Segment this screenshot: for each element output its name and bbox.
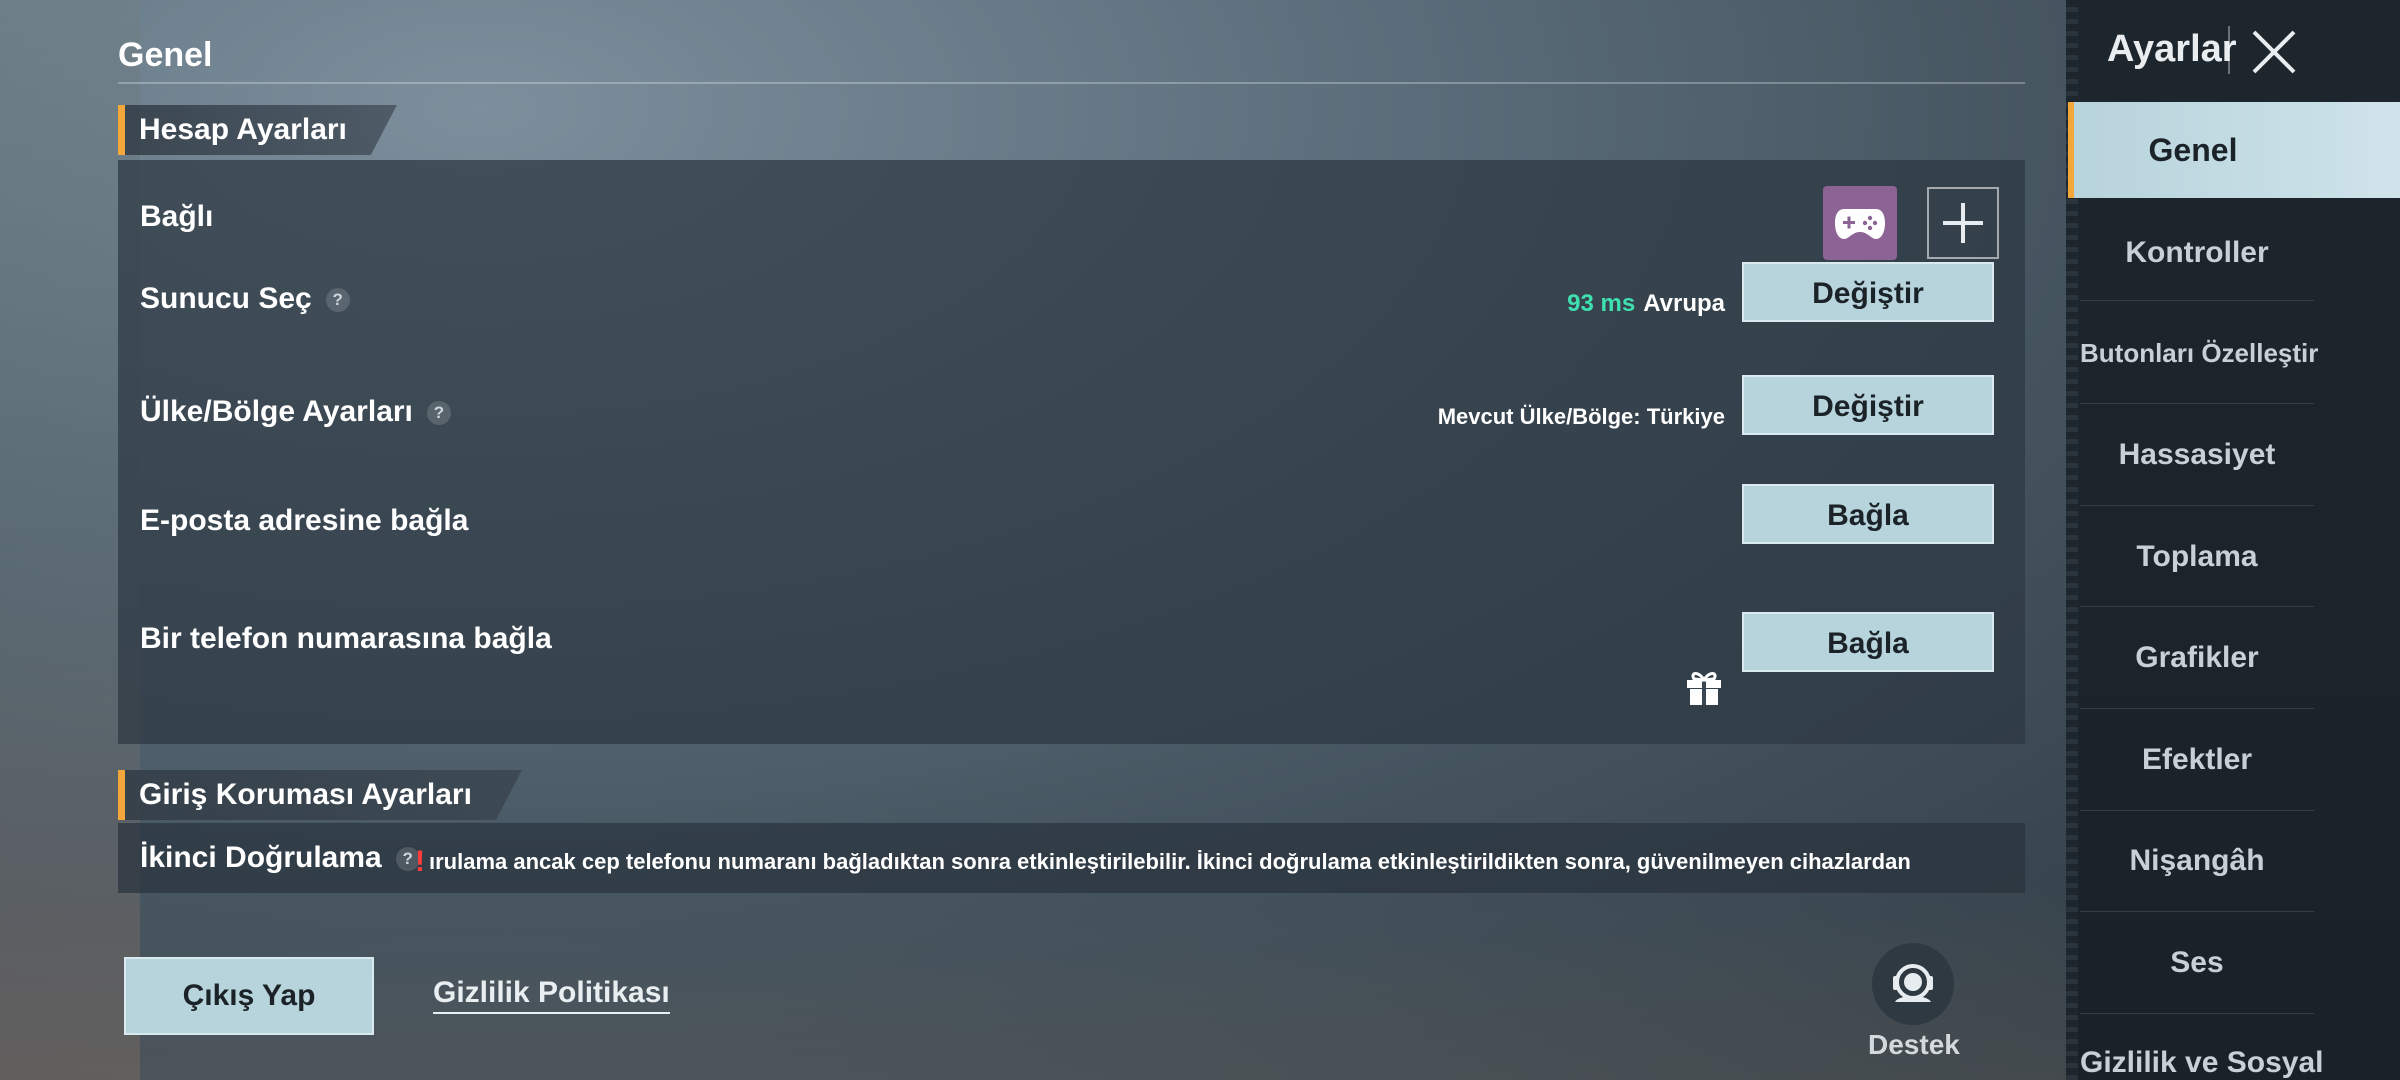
logout-button[interactable]: Çıkış Yap xyxy=(124,957,374,1035)
server-row: Sunucu Seç? 93 ms Avrupa Değiştir xyxy=(118,260,2025,370)
title-divider xyxy=(118,82,2025,84)
settings-title: Ayarlar xyxy=(2107,28,2237,70)
accent-bar xyxy=(118,105,125,155)
section-title: Genel xyxy=(118,36,213,74)
second-auth-label-text: İkinci Doğrulama xyxy=(140,841,382,874)
server-label-text: Sunucu Seç xyxy=(140,282,312,315)
sidebar-item-efektler[interactable]: Efektler xyxy=(2080,743,2314,777)
plus-icon xyxy=(1943,203,1983,243)
help-icon[interactable]: ? xyxy=(426,401,451,426)
gift-icon[interactable] xyxy=(1684,667,1724,707)
warning-icon: ! xyxy=(415,845,425,878)
account-settings-title: Hesap Ayarları xyxy=(125,105,397,155)
country-row: Ülke/Bölge Ayarları? Mevcut Ülke/Bölge: … xyxy=(118,370,2025,480)
headset-icon xyxy=(1893,964,1933,1002)
country-label: Ülke/Bölge Ayarları? xyxy=(140,395,451,429)
accent-bar xyxy=(118,770,125,820)
sidebar-item-genel[interactable]: Genel xyxy=(2068,102,2400,198)
ping-value: 93 ms xyxy=(1567,290,1636,317)
help-icon[interactable]: ? xyxy=(325,288,350,313)
sidebar-separator xyxy=(2080,505,2314,506)
login-protection-header: Giriş Koruması Ayarları xyxy=(118,770,522,820)
sidebar-separator xyxy=(2080,300,2314,301)
support-label: Destek xyxy=(1868,1029,1960,1060)
sidebar-item-grafikler[interactable]: Grafikler xyxy=(2080,641,2314,675)
login-protection-title: Giriş Koruması Ayarları xyxy=(125,770,522,820)
second-auth-row: İkinci Doğrulama? ! ırulama ancak cep tel… xyxy=(118,823,2025,893)
second-auth-message-text: ırulama ancak cep telefonu numaranı bağl… xyxy=(429,849,1911,874)
change-server-button[interactable]: Değiştir xyxy=(1742,262,1994,322)
close-icon[interactable] xyxy=(2246,24,2302,80)
sidebar-item-hassasiyet[interactable]: Hassasiyet xyxy=(2080,438,2314,472)
current-country: Mevcut Ülke/Bölge: Türkiye xyxy=(1437,404,1725,429)
linked-label: Bağlı xyxy=(140,200,214,233)
sidebar-separator xyxy=(2080,1013,2314,1014)
server-ping: 93 ms Avrupa xyxy=(1567,290,1725,318)
linked-row: Bağlı xyxy=(118,160,2025,260)
change-country-button[interactable]: Değiştir xyxy=(1742,375,1994,435)
sidebar-separator xyxy=(2080,810,2314,811)
account-settings-panel: Bağlı Sunucu Seç? 93 ms Avrupa Değiştir … xyxy=(118,160,2025,744)
sidebar-separator xyxy=(2080,911,2314,912)
phone-row: Bir telefon numarasına bağla Bağla xyxy=(118,590,2025,744)
linked-gamepad-account[interactable] xyxy=(1823,186,1897,260)
sidebar-item-label: Genel xyxy=(2148,132,2238,168)
phone-label: Bir telefon numarasına bağla xyxy=(140,622,552,655)
bind-email-button[interactable]: Bağla xyxy=(1742,484,1994,544)
sidebar-separator xyxy=(2080,606,2314,607)
sidebar-item-nisangah[interactable]: Nişangâh xyxy=(2080,844,2314,878)
gamepad-icon xyxy=(1835,209,1885,239)
second-auth-label: İkinci Doğrulama? xyxy=(140,841,420,875)
privacy-policy-link[interactable]: Gizlilik Politikası xyxy=(433,976,670,1014)
sidebar-separator xyxy=(2080,708,2314,709)
sidebar-item-ses[interactable]: Ses xyxy=(2080,946,2314,980)
country-label-text: Ülke/Bölge Ayarları xyxy=(140,395,413,428)
bind-phone-button[interactable]: Bağla xyxy=(1742,612,1994,672)
sidebar-separator xyxy=(2080,403,2314,404)
add-link-button[interactable] xyxy=(1927,187,1999,259)
support-button[interactable]: Destek xyxy=(1868,943,1960,1061)
email-row: E-posta adresine bağla Bağla xyxy=(118,480,2025,590)
support-circle xyxy=(1872,943,1954,1025)
account-settings-header: Hesap Ayarları xyxy=(118,105,397,155)
second-auth-message: ! ırulama ancak cep telefonu numaranı bağ… xyxy=(415,845,1911,879)
sidebar-item-butonlari-ozellestir[interactable]: Butonları Özelleştir xyxy=(2080,338,2318,369)
server-label: Sunucu Seç? xyxy=(140,282,350,316)
sidebar-item-gizlilik-ve-sosyal[interactable]: Gizlilik ve Sosyal xyxy=(2080,1046,2323,1080)
title-divider xyxy=(2228,26,2230,74)
region-name: Avrupa xyxy=(1643,290,1725,317)
sidebar-item-kontroller[interactable]: Kontroller xyxy=(2080,236,2314,270)
sidebar-item-toplama[interactable]: Toplama xyxy=(2080,540,2314,574)
email-label: E-posta adresine bağla xyxy=(140,504,469,537)
